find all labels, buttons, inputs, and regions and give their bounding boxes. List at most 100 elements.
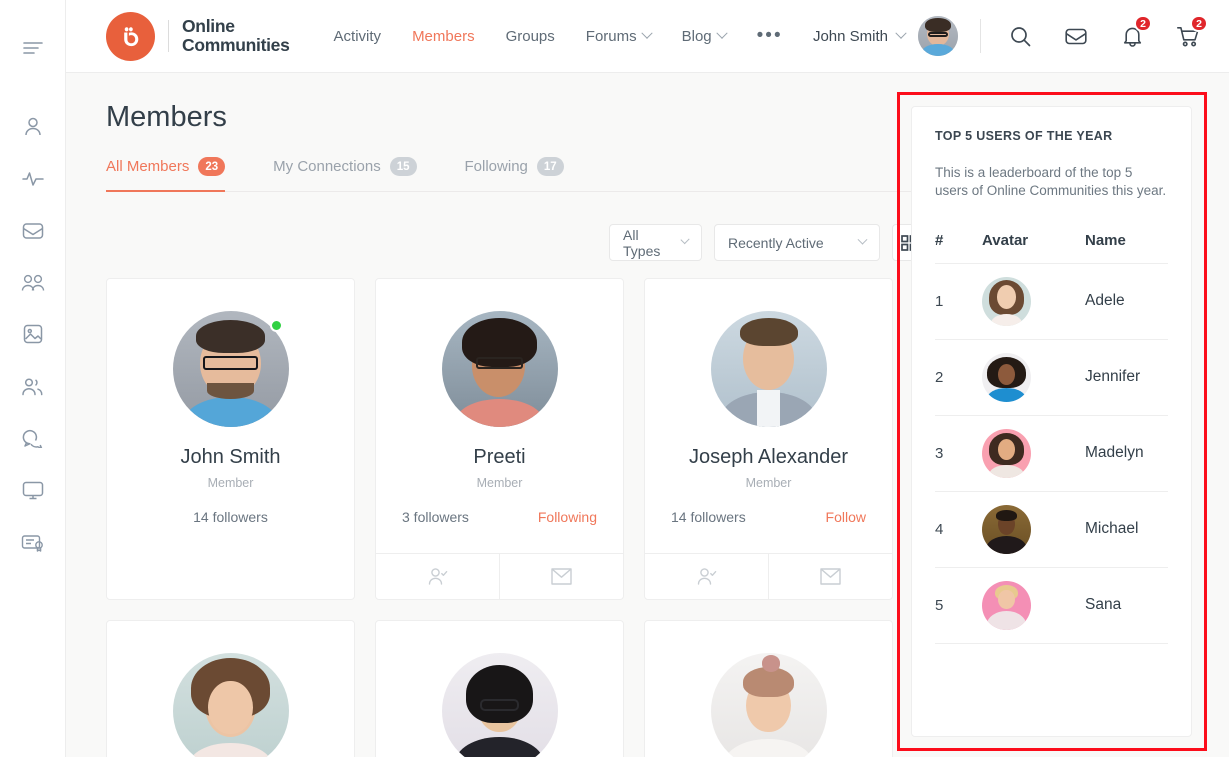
top-right-actions: John Smith 2 2 <box>813 15 1208 56</box>
leaderboard-description: This is a leaderboard of the top 5 users… <box>935 165 1167 198</box>
row-rank: 1 <box>935 262 982 340</box>
avatar[interactable] <box>441 311 558 427</box>
member-card[interactable] <box>106 620 355 757</box>
add-connection-icon[interactable] <box>645 554 768 599</box>
brand-logo[interactable]: Online Communities <box>106 11 290 61</box>
nav-item-members[interactable]: Members <box>412 28 475 45</box>
monitor-icon[interactable] <box>0 464 66 516</box>
chat-bubble-icon[interactable] <box>0 412 66 464</box>
row-avatar-cell <box>982 338 1085 416</box>
top-bar: Online Communities Activity Members Grou… <box>66 0 1229 73</box>
tab-following[interactable]: Following 17 <box>465 157 588 192</box>
avatar[interactable] <box>918 16 958 56</box>
send-message-icon[interactable] <box>499 554 623 599</box>
follow-button[interactable]: Following <box>538 509 597 525</box>
member-avatar-wrap <box>172 311 289 427</box>
avatar[interactable] <box>710 653 827 757</box>
member-avatar-wrap <box>710 311 827 427</box>
chevron-down-icon <box>640 27 653 39</box>
table-row[interactable]: 3 Madelyn <box>935 414 1168 492</box>
divider <box>980 19 981 53</box>
avatar[interactable] <box>982 352 1031 402</box>
member-role: Member <box>745 476 792 490</box>
leaderboard-title: TOP 5 USERS OF THE YEAR <box>935 129 1113 143</box>
avatar[interactable] <box>441 653 558 757</box>
table-row[interactable]: 2 Jennifer <box>935 338 1168 416</box>
avatar[interactable] <box>982 428 1031 478</box>
nav-label: Activity <box>333 27 382 45</box>
row-name[interactable]: Madelyn <box>1085 414 1168 492</box>
member-role: Member <box>476 476 523 490</box>
followers-count: 14 followers <box>671 509 746 525</box>
avatar[interactable] <box>982 580 1031 630</box>
left-rail <box>0 0 66 757</box>
nav-item-activity[interactable]: Activity <box>334 28 382 45</box>
row-avatar-cell <box>982 262 1085 340</box>
inbox-icon[interactable] <box>0 204 66 256</box>
member-card[interactable] <box>375 620 624 757</box>
cart-icon[interactable]: 2 <box>1169 15 1208 55</box>
avatar[interactable] <box>172 653 289 757</box>
nav-item-forums[interactable]: Forums <box>586 27 653 45</box>
member-stats: 14 followers Follow <box>645 509 892 553</box>
tab-my-connections[interactable]: My Connections 15 <box>273 157 440 192</box>
page-title: Members <box>106 101 227 133</box>
table-row[interactable]: 5 Sana <box>935 566 1168 644</box>
avatar[interactable] <box>710 311 827 427</box>
avatar[interactable] <box>982 276 1031 326</box>
group-icon[interactable] <box>0 256 66 308</box>
member-name[interactable]: John Smith <box>180 446 280 469</box>
photo-icon[interactable] <box>0 308 66 360</box>
nav-item-groups[interactable]: Groups <box>506 28 555 45</box>
leaderboard-panel: TOP 5 USERS OF THE YEAR This is a leader… <box>911 106 1192 737</box>
member-name[interactable]: Joseph Alexander <box>689 446 848 469</box>
tab-label: My Connections <box>273 158 381 175</box>
member-actions <box>376 553 623 599</box>
table-row[interactable]: 1 Adele <box>935 262 1168 340</box>
tab-count: 15 <box>389 157 417 176</box>
activity-pulse-icon[interactable] <box>0 152 66 204</box>
member-name[interactable]: Preeti <box>473 446 525 469</box>
send-message-icon[interactable] <box>768 554 892 599</box>
followers-count: 14 followers <box>193 509 268 525</box>
row-avatar-cell <box>982 414 1085 492</box>
member-card[interactable]: Joseph Alexander Member 14 followers Fol… <box>644 278 893 600</box>
account-name[interactable]: John Smith <box>813 28 888 45</box>
follow-button[interactable]: Follow <box>826 509 866 525</box>
row-name[interactable]: Sana <box>1085 566 1168 644</box>
logo-divider <box>168 20 169 52</box>
notifications-bell-icon[interactable]: 2 <box>1113 15 1152 55</box>
hamburger-menu-icon[interactable] <box>0 22 66 74</box>
inbox-icon[interactable] <box>1057 17 1095 55</box>
person-icon[interactable] <box>0 100 66 152</box>
nav-label: Blog <box>681 27 712 45</box>
chevron-down-icon[interactable] <box>895 27 907 39</box>
table-row[interactable]: 4 Michael <box>935 490 1168 568</box>
chevron-down-icon <box>857 234 868 245</box>
avatar[interactable] <box>982 504 1031 554</box>
row-name[interactable]: Adele <box>1085 262 1168 340</box>
table-header-row: # Avatar Name <box>935 232 1168 264</box>
leaderboard-table: # Avatar Name 1 Adele 2 Jennifer 3 Madel… <box>935 232 1168 644</box>
nav-item-blog[interactable]: Blog <box>681 27 728 45</box>
member-card[interactable] <box>644 620 893 757</box>
nav-label: Members <box>412 27 475 45</box>
nav-more-button[interactable]: ••• <box>757 26 783 45</box>
certificate-icon[interactable] <box>0 516 66 568</box>
type-filter-select[interactable]: All Types <box>609 224 702 261</box>
tab-count: 17 <box>536 157 564 176</box>
member-avatar-wrap <box>172 653 289 757</box>
sort-filter-select[interactable]: Recently Active <box>714 224 880 261</box>
member-card[interactable]: Preeti Member 3 followers Following <box>375 278 624 600</box>
app-root: Online Communities Activity Members Grou… <box>0 0 1229 757</box>
row-rank: 4 <box>935 490 982 568</box>
row-name[interactable]: Jennifer <box>1085 338 1168 416</box>
row-rank: 5 <box>935 566 982 644</box>
member-card[interactable]: John Smith Member 14 followers <box>106 278 355 600</box>
row-name[interactable]: Michael <box>1085 490 1168 568</box>
add-connection-icon[interactable] <box>376 554 499 599</box>
people-icon[interactable] <box>0 360 66 412</box>
search-icon[interactable] <box>1001 17 1039 55</box>
members-grid: John Smith Member 14 followers Preeti Me… <box>106 278 932 757</box>
tab-all-members[interactable]: All Members 23 <box>106 157 249 192</box>
